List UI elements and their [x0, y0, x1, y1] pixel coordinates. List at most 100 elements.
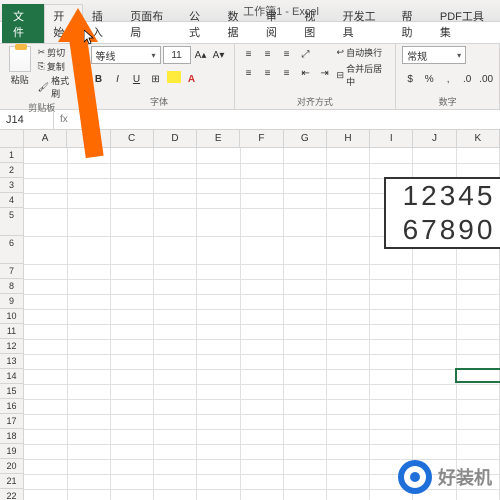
- tab-layout[interactable]: 页面布局: [121, 4, 180, 43]
- fill-color-button[interactable]: [167, 71, 181, 83]
- cell[interactable]: [24, 339, 67, 354]
- row-10[interactable]: 10: [0, 309, 23, 324]
- cell[interactable]: [24, 399, 67, 414]
- border-button[interactable]: ⊞: [148, 71, 164, 87]
- cell[interactable]: [370, 414, 413, 429]
- cell[interactable]: [154, 193, 197, 208]
- cell[interactable]: [154, 429, 197, 444]
- cell[interactable]: [283, 474, 326, 489]
- cell[interactable]: [24, 264, 67, 279]
- cell[interactable]: [24, 354, 67, 369]
- font-size-select[interactable]: 11: [163, 46, 191, 64]
- cell[interactable]: [24, 294, 67, 309]
- cell[interactable]: [154, 236, 197, 264]
- cell[interactable]: [413, 414, 456, 429]
- tab-data[interactable]: 数据: [218, 4, 256, 43]
- cell[interactable]: [370, 294, 413, 309]
- cell[interactable]: [283, 264, 326, 279]
- cell[interactable]: [110, 163, 153, 178]
- row-11[interactable]: 11: [0, 324, 23, 339]
- cell[interactable]: [283, 459, 326, 474]
- cell[interactable]: [24, 208, 67, 236]
- row-8[interactable]: 8: [0, 279, 23, 294]
- cell[interactable]: [413, 429, 456, 444]
- cell[interactable]: [24, 324, 67, 339]
- cell[interactable]: [283, 429, 326, 444]
- cell[interactable]: [370, 429, 413, 444]
- wrap-text-button[interactable]: ↩自动换行: [337, 46, 390, 59]
- cell[interactable]: [67, 208, 110, 236]
- spreadsheet-grid[interactable]: ABCDEFGHIJK 1234567891011121314151617181…: [0, 130, 500, 500]
- merge-center-button[interactable]: ⊟合并后居中: [337, 62, 390, 88]
- cell[interactable]: [197, 208, 240, 236]
- cut-button[interactable]: ✂剪切: [38, 46, 78, 59]
- cell[interactable]: [456, 399, 499, 414]
- cell[interactable]: [110, 354, 153, 369]
- cell[interactable]: [370, 339, 413, 354]
- cell[interactable]: [197, 399, 240, 414]
- cell[interactable]: [197, 294, 240, 309]
- row-5[interactable]: 5: [0, 208, 23, 236]
- cell[interactable]: [283, 148, 326, 163]
- cell[interactable]: [240, 354, 283, 369]
- cell[interactable]: [283, 354, 326, 369]
- cell[interactable]: [197, 339, 240, 354]
- cell[interactable]: [413, 399, 456, 414]
- cell[interactable]: [283, 414, 326, 429]
- cell[interactable]: [413, 309, 456, 324]
- cell[interactable]: [110, 369, 153, 384]
- cell[interactable]: [24, 444, 67, 459]
- tab-pdf[interactable]: PDF工具集: [431, 4, 500, 43]
- cell[interactable]: [197, 236, 240, 264]
- cell[interactable]: [326, 414, 369, 429]
- cell[interactable]: [154, 148, 197, 163]
- comma-icon[interactable]: ,: [440, 71, 456, 87]
- decrease-font-icon[interactable]: A▾: [211, 47, 227, 63]
- cell[interactable]: [326, 178, 369, 193]
- percent-icon[interactable]: %: [421, 71, 437, 87]
- cell[interactable]: [197, 178, 240, 193]
- row-21[interactable]: 21: [0, 474, 23, 489]
- cell[interactable]: [110, 208, 153, 236]
- cell[interactable]: [110, 429, 153, 444]
- cell[interactable]: [326, 279, 369, 294]
- cell[interactable]: [154, 474, 197, 489]
- cell[interactable]: [24, 384, 67, 399]
- cell[interactable]: [283, 163, 326, 178]
- cell[interactable]: [24, 148, 67, 163]
- cell[interactable]: [283, 208, 326, 236]
- tab-review[interactable]: 审阅: [257, 4, 295, 43]
- cell[interactable]: [154, 309, 197, 324]
- cell[interactable]: [456, 444, 499, 459]
- cell[interactable]: [456, 429, 499, 444]
- row-4[interactable]: 4: [0, 193, 23, 208]
- cell[interactable]: [197, 324, 240, 339]
- tab-help[interactable]: 帮助: [393, 4, 431, 43]
- cell[interactable]: [197, 489, 240, 500]
- paste-button[interactable]: 粘贴: [6, 46, 34, 86]
- cell[interactable]: [197, 474, 240, 489]
- cell[interactable]: [240, 148, 283, 163]
- font-color-button[interactable]: A: [184, 71, 200, 87]
- cell[interactable]: [67, 163, 110, 178]
- align-left-icon[interactable]: ≡: [241, 65, 257, 81]
- cell[interactable]: [67, 474, 110, 489]
- cell[interactable]: [413, 354, 456, 369]
- row-6[interactable]: 6: [0, 236, 23, 264]
- cell[interactable]: [326, 208, 369, 236]
- cell[interactable]: [24, 429, 67, 444]
- cell[interactable]: [110, 324, 153, 339]
- cell[interactable]: [154, 279, 197, 294]
- cell[interactable]: [67, 309, 110, 324]
- cell[interactable]: [456, 339, 499, 354]
- cell[interactable]: [154, 444, 197, 459]
- cell[interactable]: [110, 279, 153, 294]
- cell[interactable]: [283, 489, 326, 500]
- col-I[interactable]: I: [370, 130, 413, 147]
- cell[interactable]: [110, 309, 153, 324]
- row-22[interactable]: 22: [0, 489, 23, 500]
- cell[interactable]: [240, 193, 283, 208]
- cell[interactable]: [413, 384, 456, 399]
- cell[interactable]: [283, 279, 326, 294]
- cell[interactable]: [326, 474, 369, 489]
